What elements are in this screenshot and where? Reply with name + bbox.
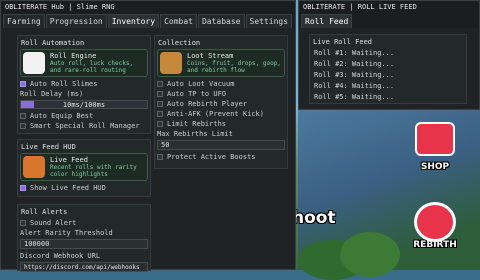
live-feed-icon xyxy=(23,156,45,178)
smart-special-toggle[interactable]: Smart Special Roll Manager xyxy=(20,121,148,131)
rebirth-icon xyxy=(414,202,456,242)
roll-engine-title: Roll Engine xyxy=(50,52,97,60)
feed-line: Roll #1: Waiting... xyxy=(314,49,395,57)
shop-basket-icon xyxy=(415,122,455,156)
checkbox-icon xyxy=(157,154,163,160)
collection-panel: Collection Loot Stream Coins, fruit, dro… xyxy=(154,35,288,169)
dice-icon xyxy=(23,52,45,74)
hub-window: OBLITERATE Hub | Slime RNG Farming Progr… xyxy=(0,0,296,272)
auto-equip-best-label: Auto Equip Best xyxy=(30,112,94,120)
shoot-text: hoot xyxy=(292,208,336,228)
live-feed-title: Live Feed xyxy=(50,156,88,164)
roll-delay-label: Roll Delay (ms) xyxy=(20,90,84,98)
roll-engine-card: Roll Engine Auto roll, luck checks, and … xyxy=(20,49,148,77)
show-live-feed-label: Show Live Feed HUD xyxy=(30,184,106,192)
auto-loot-vacuum-toggle[interactable]: Auto Loot Vacuum xyxy=(157,79,285,89)
feed-tabs: Roll Feed xyxy=(299,14,479,28)
game-bush xyxy=(340,232,400,277)
tab-combat[interactable]: Combat xyxy=(160,14,197,28)
rebirth-button[interactable]: REBIRTH xyxy=(402,196,468,252)
checkbox-icon xyxy=(157,111,163,117)
auto-roll-slimes-toggle[interactable]: Auto Roll Slimes xyxy=(20,79,148,89)
smart-special-label: Smart Special Roll Manager xyxy=(30,122,140,130)
anti-afk-toggle[interactable]: Anti-AFK (Prevent Kick) xyxy=(157,109,285,119)
auto-rebirth-player-label: Auto Rebirth Player xyxy=(167,100,248,108)
loot-stream-title: Loot Stream xyxy=(187,52,234,60)
limit-rebirths-toggle[interactable]: Limit Rebirths xyxy=(157,119,285,129)
roll-automation-header: Roll Automation xyxy=(21,39,85,47)
auto-loot-vacuum-label: Auto Loot Vacuum xyxy=(167,80,235,88)
live-feed-desc: Recent rolls with rarity color highlight… xyxy=(50,164,137,178)
shop-button[interactable]: SHOP xyxy=(402,118,468,174)
roll-alerts-header: Roll Alerts xyxy=(21,208,68,216)
auto-tp-ufo-toggle[interactable]: Auto TP to UFO xyxy=(157,89,285,99)
auto-roll-slimes-label: Auto Roll Slimes xyxy=(30,80,98,88)
max-rebirths-input[interactable]: 50 xyxy=(157,140,285,150)
roll-engine-desc: Auto roll, luck checks, and rare-roll ro… xyxy=(50,60,134,74)
checkbox-icon xyxy=(20,185,26,191)
tab-roll-feed[interactable]: Roll Feed xyxy=(301,14,353,28)
feed-line: Roll #5: Waiting... xyxy=(314,93,395,101)
feed-line: Roll #3: Waiting... xyxy=(314,71,395,79)
loot-bag-icon xyxy=(160,52,182,74)
feed-title: OBLITERATE | ROLL LIVE FEED xyxy=(299,1,479,14)
live-feed-hud-header: Live Feed HUD xyxy=(21,143,76,151)
live-feed-card: Live Feed Recent rolls with rarity color… xyxy=(20,153,148,181)
roll-delay-slider[interactable]: 10ms/100ms xyxy=(20,100,148,109)
limit-rebirths-label: Limit Rebirths xyxy=(167,120,227,128)
max-rebirths-label: Max Rebirths Limit xyxy=(157,130,233,138)
live-feed-hud-panel: Live Feed HUD Live Feed Recent rolls wit… xyxy=(17,139,151,197)
tab-database[interactable]: Database xyxy=(197,14,245,28)
tab-progression[interactable]: Progression xyxy=(45,14,107,28)
hub-tabs: Farming Progression Inventory Combat Dat… xyxy=(1,14,295,28)
webhook-input[interactable]: https://discord.com/api/webhooks xyxy=(20,262,148,272)
sound-alert-label: Sound Alert xyxy=(30,219,77,227)
tab-inventory[interactable]: Inventory xyxy=(107,14,160,28)
threshold-input[interactable]: 100000 xyxy=(20,239,148,249)
checkbox-icon xyxy=(20,81,26,87)
roll-automation-panel: Roll Automation Roll Engine Auto roll, l… xyxy=(17,35,151,134)
checkbox-icon xyxy=(20,123,26,129)
roll-feed-header: Live Roll Feed xyxy=(313,38,373,46)
hub-title: OBLITERATE Hub | Slime RNG xyxy=(1,1,295,14)
checkbox-icon xyxy=(157,101,163,107)
checkbox-icon xyxy=(157,81,163,87)
loot-stream-desc: Coins, fruit, drops, goop, and rebirth f… xyxy=(187,60,281,74)
checkbox-icon xyxy=(20,113,26,119)
anti-afk-label: Anti-AFK (Prevent Kick) xyxy=(167,110,264,118)
threshold-label: Alert Rarity Threshold xyxy=(20,229,113,237)
feed-line: Roll #2: Waiting... xyxy=(314,60,395,68)
protect-active-boosts-toggle[interactable]: Protect Active Boosts xyxy=(157,152,285,162)
sound-alert-toggle[interactable]: Sound Alert xyxy=(20,218,148,228)
auto-tp-ufo-label: Auto TP to UFO xyxy=(167,90,227,98)
tab-farming[interactable]: Farming xyxy=(3,14,45,28)
shop-label: SHOP xyxy=(420,162,450,172)
collection-header: Collection xyxy=(158,39,201,47)
webhook-label: Discord Webhook URL xyxy=(20,252,101,260)
roll-feed-panel: Live Roll Feed Roll #1: Waiting... Roll … xyxy=(309,34,467,104)
auto-rebirth-player-toggle[interactable]: Auto Rebirth Player xyxy=(157,99,285,109)
roll-alerts-panel: Roll Alerts Sound Alert Alert Rarity Thr… xyxy=(17,204,151,272)
feed-line: Roll #4: Waiting... xyxy=(314,82,395,90)
show-live-feed-toggle[interactable]: Show Live Feed HUD xyxy=(20,183,148,193)
live-feed-window: OBLITERATE | ROLL LIVE FEED Roll Feed Li… xyxy=(298,0,480,110)
checkbox-icon xyxy=(157,121,163,127)
tab-settings[interactable]: Settings xyxy=(245,14,293,28)
loot-stream-card: Loot Stream Coins, fruit, drops, goop, a… xyxy=(157,49,285,77)
checkbox-icon xyxy=(20,220,26,226)
auto-equip-best-toggle[interactable]: Auto Equip Best xyxy=(20,111,148,121)
protect-active-boosts-label: Protect Active Boosts xyxy=(167,153,256,161)
roll-delay-value: 10ms/100ms xyxy=(62,101,106,109)
checkbox-icon xyxy=(157,91,163,97)
